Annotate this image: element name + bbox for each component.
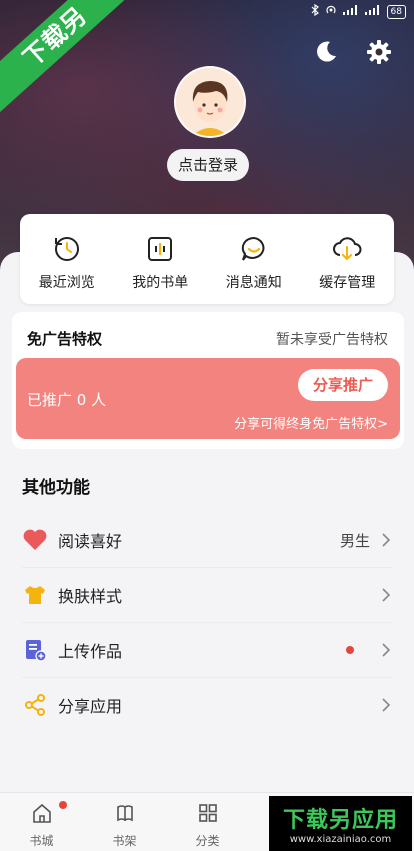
nav-badge-dot bbox=[59, 801, 67, 809]
booklist-icon bbox=[145, 234, 175, 264]
nav-label: 书城 bbox=[29, 834, 54, 848]
nav-item-bookshelf[interactable]: 书架 bbox=[83, 793, 166, 851]
quick-item-label: 我的书单 bbox=[132, 275, 189, 291]
night-mode-button[interactable] bbox=[311, 37, 341, 67]
gear-icon bbox=[367, 40, 391, 64]
function-row-upload[interactable]: 上传作品 bbox=[22, 623, 392, 678]
ad-privilege-title: 免广告特权 bbox=[27, 330, 103, 348]
battery-level: 68 bbox=[386, 4, 406, 19]
promo-banner: 已推广 0 人 分享推广 分享可得终身免广告特权> bbox=[16, 358, 400, 439]
nav-item-category[interactable]: 分类 bbox=[166, 793, 249, 851]
quick-item-cache[interactable]: 缓存管理 bbox=[301, 214, 395, 304]
profile-screen: 68 下载另 点击登录 最近浏览 我的书单 消息通知 缓存管理 免广告特权 暂未… bbox=[0, 0, 414, 851]
signal-icon-2 bbox=[364, 5, 381, 18]
quick-menu: 最近浏览 我的书单 消息通知 缓存管理 bbox=[20, 214, 394, 304]
share-promo-button[interactable]: 分享推广 bbox=[298, 369, 388, 401]
function-label: 分享应用 bbox=[58, 697, 123, 716]
message-icon bbox=[239, 234, 269, 264]
ad-privilege-card: 免广告特权 暂未享受广告特权 已推广 0 人 分享推广 分享可得终身免广告特权> bbox=[12, 312, 404, 449]
function-label: 换肤样式 bbox=[58, 587, 123, 606]
function-row-share-app[interactable]: 分享应用 bbox=[22, 678, 392, 732]
heart-icon bbox=[22, 527, 48, 553]
other-functions-title: 其他功能 bbox=[22, 478, 90, 498]
nav-label: 书架 bbox=[112, 834, 137, 848]
chevron-right-icon bbox=[380, 643, 392, 657]
quick-item-booklist[interactable]: 我的书单 bbox=[114, 214, 208, 304]
cloud-download-icon bbox=[332, 234, 362, 264]
quick-item-label: 最近浏览 bbox=[38, 275, 95, 291]
signal-icon bbox=[342, 5, 359, 18]
chevron-right-icon bbox=[380, 588, 392, 602]
status-icons: 68 bbox=[311, 3, 406, 19]
chevron-right-icon bbox=[380, 533, 392, 547]
new-indicator-dot bbox=[346, 646, 354, 654]
avatar-illustration bbox=[176, 68, 244, 136]
watermark-url: www.xiazainiao.com bbox=[289, 834, 392, 845]
function-row-skin[interactable]: 换肤样式 bbox=[22, 568, 392, 623]
category-icon bbox=[197, 802, 219, 828]
login-button[interactable]: 点击登录 bbox=[167, 149, 249, 181]
bookshelf-icon bbox=[114, 802, 136, 828]
quick-item-recent[interactable]: 最近浏览 bbox=[20, 214, 114, 304]
settings-button[interactable] bbox=[364, 37, 394, 67]
shirt-icon bbox=[22, 582, 48, 608]
function-label: 上传作品 bbox=[58, 642, 123, 661]
watermark-logo: 下载另应用 www.xiazainiao.com bbox=[269, 796, 412, 851]
watermark-main-text: 下载另应用 bbox=[282, 808, 398, 833]
avatar[interactable] bbox=[174, 66, 246, 138]
chevron-right-icon bbox=[380, 698, 392, 712]
promo-count: 已推广 0 人 bbox=[27, 391, 107, 409]
nav-label: 分类 bbox=[195, 834, 220, 848]
nav-item-bookstore[interactable]: 书城 bbox=[0, 793, 83, 851]
bluetooth-icon bbox=[311, 3, 319, 19]
home-icon bbox=[31, 802, 53, 828]
share-icon bbox=[22, 692, 48, 718]
upload-doc-icon bbox=[22, 637, 48, 663]
function-label: 阅读喜好 bbox=[58, 532, 123, 551]
hotspot-icon bbox=[325, 4, 337, 19]
history-icon bbox=[52, 234, 82, 264]
quick-item-label: 消息通知 bbox=[225, 275, 282, 291]
quick-item-label: 缓存管理 bbox=[319, 275, 376, 291]
function-value: 男生 bbox=[339, 531, 370, 550]
ad-privilege-status: 暂未享受广告特权 bbox=[276, 332, 388, 348]
quick-item-messages[interactable]: 消息通知 bbox=[207, 214, 301, 304]
other-functions-list: 阅读喜好 男生 换肤样式 上传作品 分享应用 bbox=[22, 513, 392, 732]
function-row-reading-preference[interactable]: 阅读喜好 男生 bbox=[22, 513, 392, 568]
moon-icon bbox=[317, 41, 336, 62]
promo-tip-link[interactable]: 分享可得终身免广告特权> bbox=[234, 413, 388, 432]
